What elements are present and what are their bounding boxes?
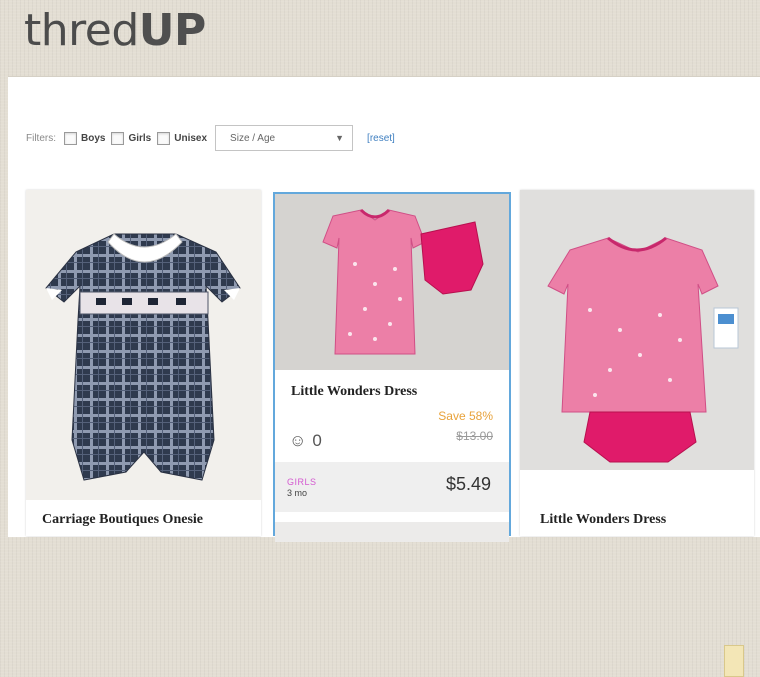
product-image-dress[interactable] [275, 194, 509, 370]
boys-label: Boys [81, 132, 106, 144]
filter-boys[interactable]: Boys [64, 131, 106, 145]
next-card-partial [275, 522, 509, 542]
girls-checkbox[interactable] [111, 131, 125, 145]
product-title[interactable]: Little Wonders Dress [520, 512, 754, 528]
price: $5.49 [445, 474, 491, 494]
boys-checkbox[interactable] [64, 131, 77, 145]
product-card-dress[interactable]: Little Wonders Dress [520, 190, 754, 677]
size-age-value: Size / Age [230, 132, 276, 144]
product-title[interactable]: Carriage Boutiques Onesie [26, 512, 261, 528]
product-image-dress[interactable] [520, 190, 754, 470]
size-label: 3 mo [287, 488, 308, 498]
product-footer: GIRLS 3 mo $5.49 [275, 462, 509, 512]
product-card-onesie[interactable]: Carriage Boutiques Onesie [26, 190, 261, 536]
gender-label: GIRLS [287, 477, 317, 487]
thredup-logo[interactable]: thredUP [24, 2, 206, 60]
save-percent: Save 58% [438, 409, 493, 423]
likes-count: 0 [312, 431, 322, 450]
filter-girls[interactable]: Girls [111, 131, 152, 145]
filters-label: Filters: [26, 132, 56, 144]
product-card-dress-selected[interactable]: Little Wonders Dress Save 58% $13.00 ☺ 0… [273, 192, 511, 542]
likes-counter[interactable]: ☺ 0 [289, 431, 322, 451]
product-image-onesie[interactable] [26, 190, 261, 500]
triangle-down-icon: ▼ [335, 133, 345, 143]
girls-label: Girls [128, 132, 152, 144]
price-tag-icon [724, 645, 744, 677]
reset-link[interactable]: [reset] [367, 133, 395, 144]
size-age-select[interactable]: Size / Age ▼ [215, 125, 354, 151]
unisex-checkbox[interactable] [157, 131, 171, 145]
filter-unisex[interactable]: Unisex [157, 131, 208, 145]
original-price: $13.00 [456, 429, 493, 443]
smiley-face-icon[interactable]: ☺ [289, 431, 306, 451]
filters-bar: Filters: Boys Girls Unisex Size / Age ▼ … [26, 125, 395, 151]
product-title[interactable]: Little Wonders Dress [275, 384, 509, 400]
unisex-label: Unisex [174, 132, 208, 144]
